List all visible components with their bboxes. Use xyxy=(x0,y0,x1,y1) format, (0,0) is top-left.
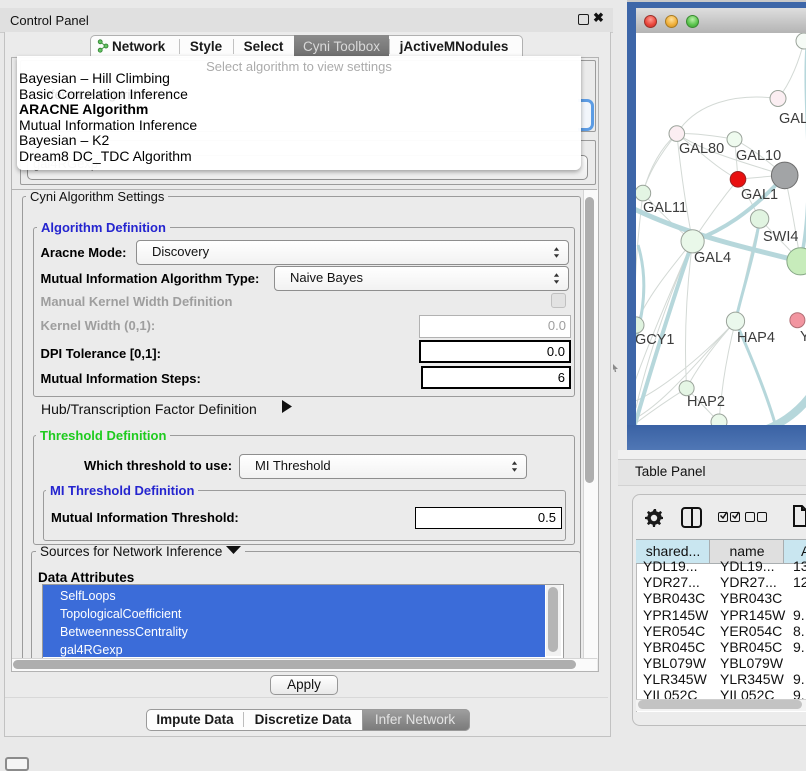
svg-text:GAL: GAL xyxy=(779,111,806,127)
svg-text:GAL10: GAL10 xyxy=(736,148,781,164)
svg-text:GAL80: GAL80 xyxy=(679,141,724,157)
svg-text:Y: Y xyxy=(800,329,806,345)
svg-text:HAP2: HAP2 xyxy=(687,394,725,410)
svg-text:GCY1: GCY1 xyxy=(636,332,675,348)
svg-text:GAL4: GAL4 xyxy=(694,250,731,266)
svg-text:SWI4: SWI4 xyxy=(763,229,798,245)
svg-text:HAP4: HAP4 xyxy=(737,330,775,346)
svg-text:GAL1: GAL1 xyxy=(741,187,778,203)
svg-text:GAL11: GAL11 xyxy=(643,200,687,216)
